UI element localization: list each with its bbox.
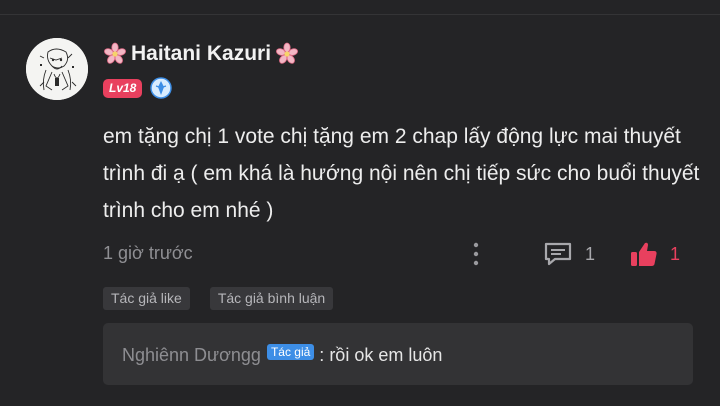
flower-icon	[104, 42, 126, 64]
reply-author[interactable]: Nghiênn Dươngg	[122, 345, 261, 366]
avatar[interactable]	[26, 38, 88, 100]
thumbs-up-icon	[631, 242, 657, 266]
author-badge: Tác giả	[266, 343, 315, 360]
tag-author-like: Tác giả like	[103, 287, 190, 310]
rank-icon	[150, 77, 173, 99]
author-tags: Tác giả like Tác giả bình luận	[103, 287, 334, 310]
comment-text: em tặng chị 1 vote chị tặng em 2 chap lấ…	[103, 125, 700, 222]
like-button[interactable]: 1	[630, 241, 680, 267]
reply-separator: :	[319, 345, 325, 365]
level-badge: Lv18	[103, 78, 143, 98]
comment-time: 1 giờ trước	[103, 243, 193, 263]
user-badges: Lv18	[103, 77, 173, 99]
reply-box[interactable]: Nghiênn Dươngg Tác giả : rồi ok em luôn	[103, 323, 693, 385]
username[interactable]: Haitani Kazuri	[103, 40, 299, 68]
comment-icon	[544, 242, 572, 266]
reply-count: 1	[585, 243, 596, 264]
reply-text: rồi ok em luôn	[329, 345, 443, 365]
tag-author-reply: Tác giả bình luận	[209, 287, 334, 310]
reply-count-button[interactable]: 1	[543, 241, 595, 267]
top-divider	[0, 14, 720, 15]
username-text: Haitani Kazuri	[131, 42, 272, 65]
more-icon[interactable]	[466, 241, 486, 267]
like-count: 1	[670, 243, 681, 264]
flower-icon	[276, 42, 299, 64]
